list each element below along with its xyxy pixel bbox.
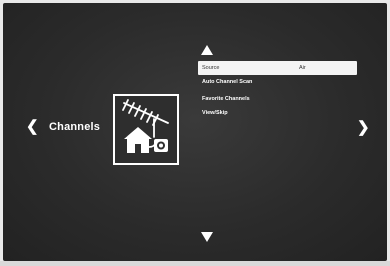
menu-item-value: Air — [299, 65, 306, 71]
antenna-house-icon — [122, 99, 169, 153]
tv-menu-screen: ❮ Channels Source Air Auto Channel Scan … — [3, 3, 387, 261]
menu-item-source[interactable]: Source Air — [198, 61, 357, 75]
screen-bezel — [0, 261, 390, 266]
page-title: Channels — [49, 121, 101, 133]
menu-item-label: Source — [202, 65, 220, 71]
menu-item-label: View/Skip — [202, 110, 228, 116]
channels-icon-tile — [113, 94, 179, 165]
menu-item-view-skip[interactable]: View/Skip — [198, 106, 228, 120]
scroll-up-arrow[interactable] — [201, 45, 213, 55]
menu-item-label: Favorite Channels — [202, 96, 250, 102]
menu-item-label: Auto Channel Scan — [202, 79, 253, 85]
menu-item-auto-channel-scan[interactable]: Auto Channel Scan — [198, 75, 252, 89]
next-menu-arrow[interactable]: ❯ — [357, 120, 370, 135]
menu-item-favorite-channels[interactable]: Favorite Channels — [198, 92, 250, 106]
previous-menu-arrow[interactable]: ❮ — [26, 119, 39, 134]
scroll-down-arrow[interactable] — [201, 232, 213, 242]
